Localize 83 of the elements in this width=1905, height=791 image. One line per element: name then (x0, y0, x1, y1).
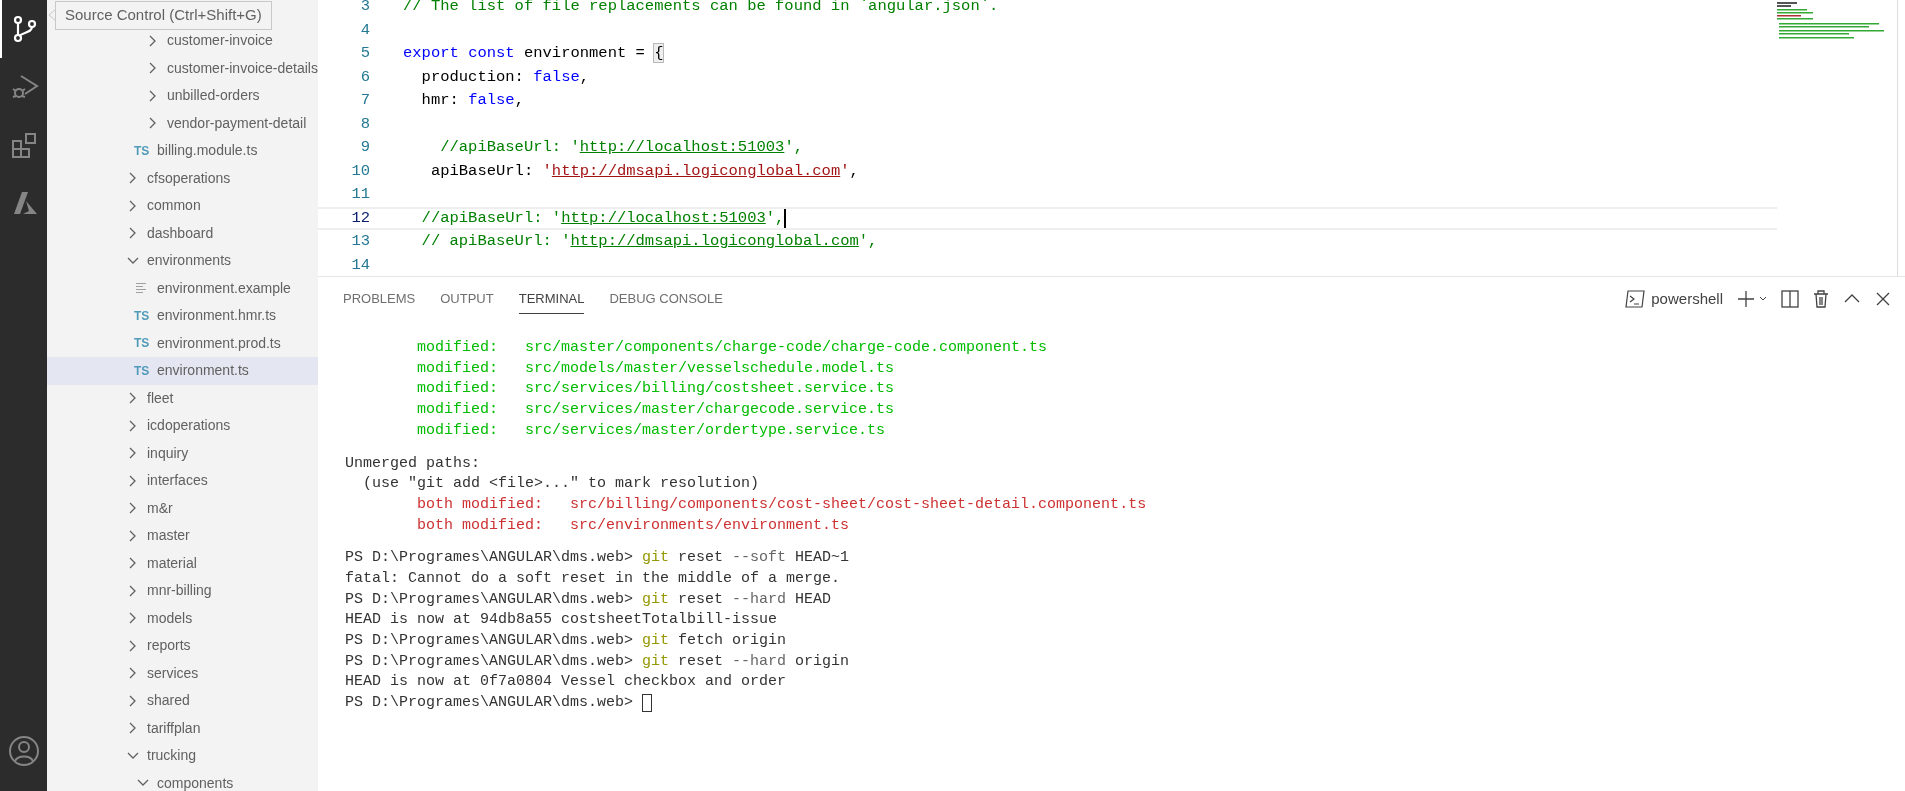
line-number: 9 (359, 137, 371, 159)
run-debug-icon[interactable] (10, 73, 39, 101)
terminal-line: both modified: src/environments/environment.ts (416, 515, 850, 536)
terminal-line: modified: src/models/master/vesselschedule.model.ts (416, 358, 895, 379)
terminal-line: modified: src/services/master/chargecode.service.ts (416, 400, 895, 421)
terminal-line: Unmerged paths: (345, 453, 481, 474)
code-line: hmr: false, (420, 90, 524, 112)
typescript-file-icon: TS (134, 361, 150, 380)
code-line: // apiBaseUrl: 'http://dmsapi.logiconglobal.com', (420, 231, 878, 253)
panel-tab[interactable]: DEBUG CONSOLE (609, 284, 723, 314)
folder-item[interactable]: master (47, 522, 318, 550)
line-number: 4 (359, 19, 371, 41)
folder-item[interactable]: models (47, 604, 318, 632)
trash-icon[interactable] (1813, 290, 1829, 308)
folder-item[interactable]: common (47, 192, 318, 220)
folder-item[interactable]: icdoperations (47, 412, 318, 440)
folder-item[interactable]: customer-invoice-details (47, 54, 318, 82)
line-number: 13 (350, 231, 371, 253)
code-line: //apiBaseUrl: 'http://localhost:51003', (420, 207, 785, 229)
folder-item[interactable]: customer-invoice (47, 27, 318, 55)
typescript-file-icon: TS (134, 334, 150, 353)
line-number: 12 (350, 207, 371, 229)
terminal-line: HEAD is now at 0f7a0804 Vessel checkbox and order (345, 672, 787, 693)
terminal-line: modified: src/services/master/ordertype.service.ts (416, 420, 886, 441)
line-number: 14 (350, 254, 371, 276)
extensions-icon[interactable] (10, 131, 39, 159)
code-line: export const environment = { (403, 43, 664, 65)
file-item[interactable]: TS environment.prod.ts (47, 329, 318, 357)
folder-item[interactable]: fleet (47, 384, 318, 412)
folder-item[interactable]: interfaces (47, 467, 318, 495)
folder-item[interactable]: reports (47, 632, 318, 660)
code-line: //apiBaseUrl: 'http://localhost:51003', (439, 137, 803, 159)
typescript-file-icon: TS (134, 141, 150, 160)
folder-item[interactable]: mnr-billing (47, 577, 318, 605)
terminal-line: PS D:\Programes\ANGULAR\dms.web> git fetch origin (345, 631, 787, 652)
typescript-file-icon: TS (134, 306, 150, 325)
line-number: 7 (359, 90, 371, 112)
line-number: 3 (359, 0, 371, 18)
terminal-line: PS D:\Programes\ANGULAR\dms.web> git reset --soft HEAD~1 (345, 548, 850, 569)
line-number: 10 (350, 160, 371, 182)
split-icon[interactable] (1781, 290, 1799, 308)
folder-item[interactable]: cfsoperations (47, 164, 318, 192)
terminal-name[interactable]: powershell (1651, 287, 1723, 311)
terminal-line: modified: src/services/billing/costsheet.service.ts (416, 379, 895, 400)
text-file-icon (136, 282, 148, 295)
folder-item[interactable]: inquiry (47, 439, 318, 467)
panel-tab[interactable]: OUTPUT (440, 284, 494, 314)
panel-tab[interactable]: TERMINAL (518, 284, 585, 314)
folder-item[interactable]: services (47, 659, 318, 687)
folder-item[interactable]: m&r (47, 494, 318, 522)
terminal-icon (1625, 289, 1646, 309)
terminal-line: modified: src/master/components/charge-code/charge-code.component.ts (416, 338, 1048, 359)
folder-item[interactable]: vendor-payment-detail (47, 109, 318, 137)
terminal-line: both modified: src/billing/components/cost-sheet/cost-sheet-detail.component.ts (416, 494, 1147, 515)
close-icon[interactable] (1875, 291, 1891, 307)
file-item[interactable]: environment.example (47, 274, 318, 302)
terminal-line: PS D:\Programes\ANGULAR\dms.web> (345, 693, 635, 714)
folder-item[interactable]: dashboard (47, 219, 318, 247)
terminal-line: PS D:\Programes\ANGULAR\dms.web> git reset --hard HEAD (345, 589, 832, 610)
file-item[interactable]: TS environment.hmr.ts (47, 302, 318, 330)
tooltip: Source Control (Ctrl+Shift+G) (55, 1, 272, 30)
line-number: 11 (350, 184, 371, 206)
folder-item[interactable]: material (47, 549, 318, 577)
code-line: production: false, (420, 66, 590, 88)
folder-item[interactable]: shared (47, 687, 318, 715)
folder-item[interactable]: unbilled-orders (47, 82, 318, 110)
folder-item[interactable]: components (47, 769, 318, 791)
account-icon[interactable] (7, 735, 40, 767)
new-terminal-icon[interactable] (1737, 289, 1767, 309)
folder-item[interactable]: environments (47, 247, 318, 275)
file-item[interactable]: TS environment.ts (47, 357, 318, 385)
folder-item[interactable]: tariffplan (47, 714, 318, 742)
line-number: 6 (359, 66, 371, 88)
code-line: apiBaseUrl: 'http://dmsapi.logiconglobal.com', (429, 160, 859, 182)
line-number: 5 (359, 43, 371, 65)
folder-item[interactable]: trucking (47, 742, 318, 770)
terminal-line: HEAD is now at 94db8a55 costsheetTotalbill-issue (345, 610, 778, 631)
file-item[interactable]: TS billing.module.ts (47, 137, 318, 165)
terminal-line: fatal: Cannot do a soft reset in the middle of a merge. (345, 568, 841, 589)
terminal-line: (use "git add <file>..." to mark resolution) (362, 474, 760, 495)
panel-tab[interactable]: PROBLEMS (343, 284, 416, 314)
terminal-line: PS D:\Programes\ANGULAR\dms.web> git reset --hard origin (345, 651, 850, 672)
line-number: 8 (359, 113, 371, 135)
